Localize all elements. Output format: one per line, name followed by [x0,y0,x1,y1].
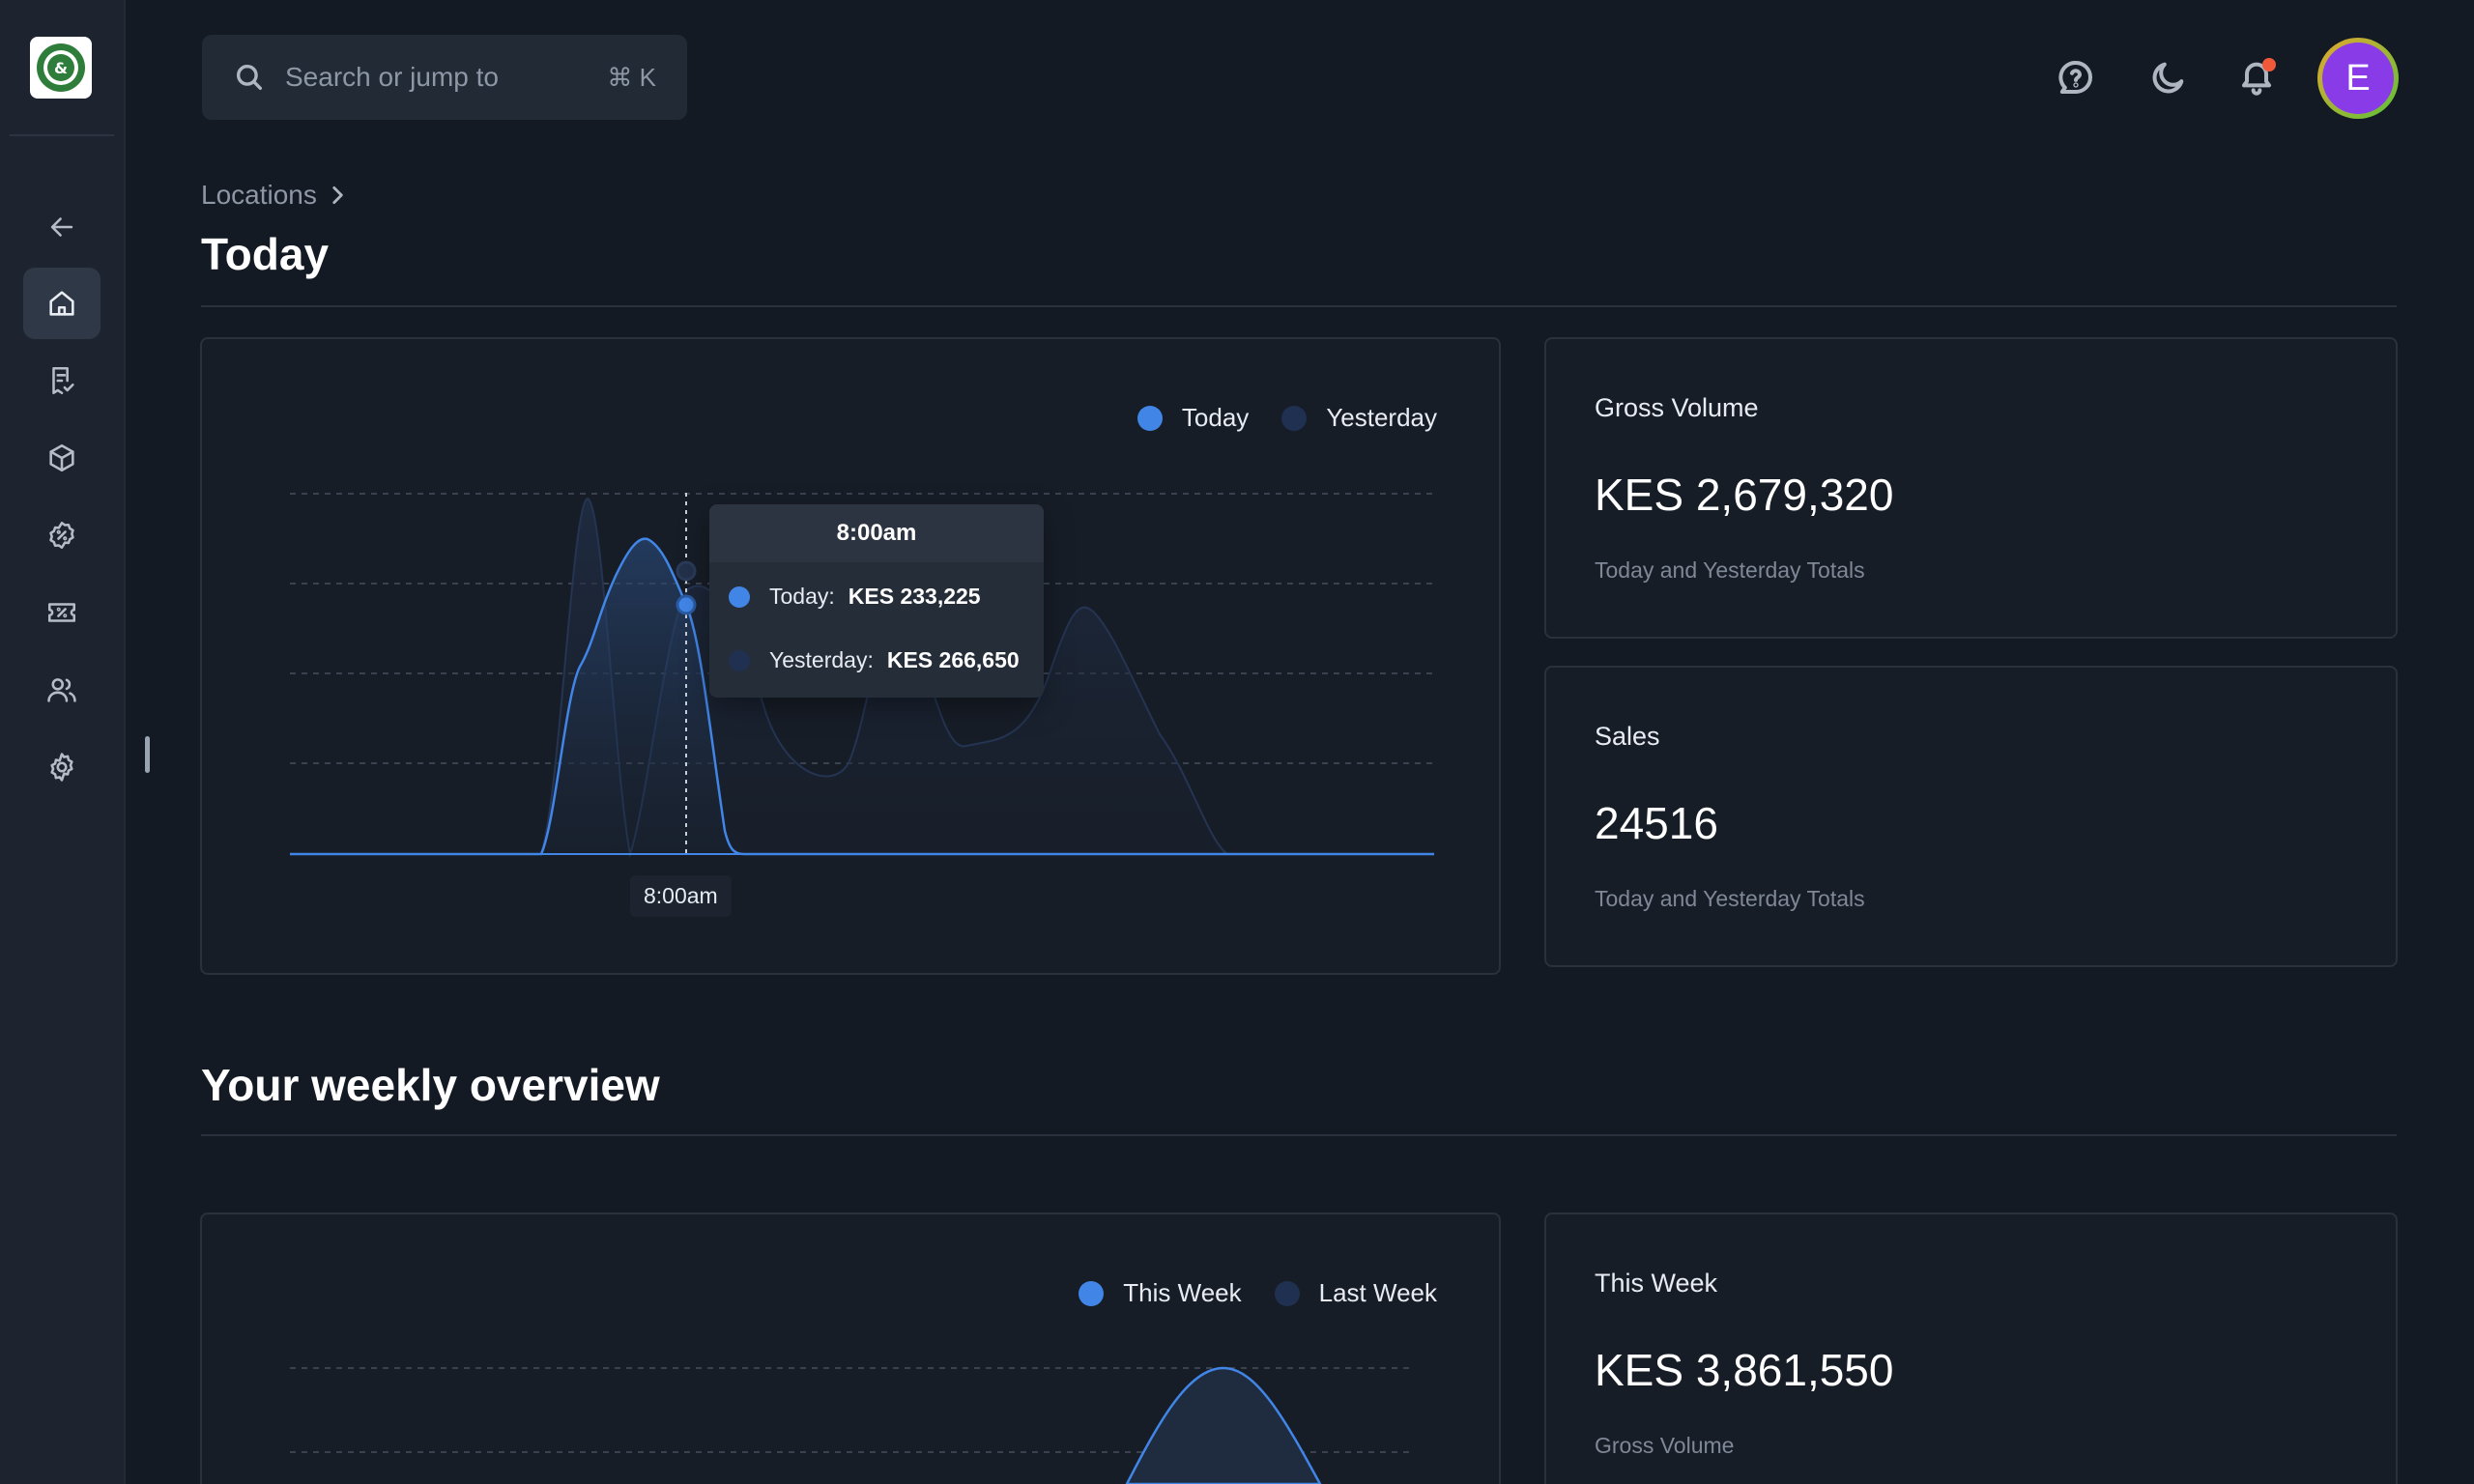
sales-label: Sales [1595,722,1660,751]
box-icon [49,443,74,472]
theme-toggle-button[interactable] [2142,50,2196,104]
sidebar-item-settings[interactable] [23,731,101,803]
gross-volume-subtitle: Today and Yesterday Totals [1595,557,1865,583]
help-icon [2058,61,2092,94]
sidebar-divider [10,134,114,136]
legend-dot-today [1136,405,1163,431]
weekly-chart-legend: This Week Last Week [1046,1278,1437,1308]
sidebar-item-discounts[interactable] [23,499,101,571]
this-week-label: This Week [1595,1269,1718,1298]
legend-label-last-week: Last Week [1318,1278,1437,1307]
breadcrumb: Locations [201,180,350,211]
chevron-right-icon [332,186,343,204]
notifications-button[interactable] [2229,50,2284,104]
notification-badge [2262,58,2276,71]
chart-legend: Today Yesterday [1105,403,1437,433]
legend-dot-yesterday [1281,405,1308,431]
x-axis-hover-label: 8:00am [630,875,732,917]
search-input[interactable]: Search or jump to [285,62,607,93]
weekly-divider [201,1134,2397,1136]
search-shortcut: ⌘ K [607,62,656,92]
gross-volume-card: Gross Volume KES 2,679,320 Today and Yes… [1544,337,2398,639]
tooltip-dot-yesterday [729,649,750,671]
legend-item-today[interactable]: Today [1136,403,1250,433]
sidebar-item-home[interactable] [23,268,101,339]
ticket-icon [47,603,76,622]
sidebar-item-coupons[interactable] [23,577,101,648]
page-title: Today [201,229,330,279]
chart-tooltip: 8:00am Today: KES 233,225 Yesterday: KES… [709,504,1044,698]
this-week-card: This Week KES 3,861,550 Gross Volume [1544,1213,2398,1484]
sidebar-item-products[interactable] [23,422,101,494]
moon-icon [2152,62,2184,94]
tooltip-row-today: Today: KES 233,225 [729,584,981,610]
sidebar-item-orders[interactable] [23,345,101,416]
arrow-left-icon [50,217,73,237]
receipt-icon [52,366,74,395]
legend-label-yesterday: Yesterday [1326,403,1437,432]
legend-dot-last-week [1274,1280,1300,1306]
users-icon [47,678,76,702]
title-divider [201,305,2397,307]
gross-volume-value: KES 2,679,320 [1595,470,1894,520]
tooltip-dot-today [729,585,750,608]
breadcrumb-item-locations[interactable]: Locations [201,180,317,211]
sales-card: Sales 24516 Today and Yesterday Totals [1544,666,2398,967]
this-week-value: KES 3,861,550 [1595,1345,1894,1395]
this-week-subtitle: Gross Volume [1595,1433,1735,1458]
tooltip-label-yesterday: Yesterday: [769,647,874,672]
sidebar-resize-handle[interactable] [145,736,150,773]
legend-dot-this-week [1079,1280,1105,1306]
gear-icon [50,753,73,782]
fresh-and-easy-logo-icon: & [37,43,85,92]
avatar-initial: E [2322,43,2394,114]
user-avatar[interactable]: E [2317,38,2399,119]
sidebar: & [0,0,126,1484]
gross-volume-label: Gross Volume [1595,393,1759,422]
tooltip-value-today: KES 233,225 [848,584,981,609]
svg-text:&: & [54,59,68,77]
search-icon [236,64,263,91]
weekly-chart-card: This Week Last Week [200,1213,1501,1484]
tooltip-value-yesterday: KES 266,650 [886,647,1020,672]
sales-subtitle: Today and Yesterday Totals [1595,886,1865,911]
legend-item-yesterday[interactable]: Yesterday [1281,403,1437,433]
sidebar-item-customers[interactable] [23,654,101,726]
legend-label-today: Today [1181,403,1250,432]
legend-item-last-week[interactable]: Last Week [1274,1278,1437,1308]
brand-logo[interactable]: & [30,37,92,99]
legend-item-this-week[interactable]: This Week [1079,1278,1242,1308]
discount-icon [49,521,74,550]
weekly-overview-title: Your weekly overview [201,1060,660,1110]
legend-label-this-week: This Week [1123,1278,1242,1307]
search-bar[interactable]: Search or jump to ⌘ K [202,35,687,120]
tooltip-label-today: Today: [769,584,835,609]
sales-value: 24516 [1595,798,1718,848]
tooltip-time: 8:00am [709,504,1044,562]
help-button[interactable] [2049,50,2103,104]
sidebar-collapse-button[interactable] [23,191,101,263]
home-icon [49,291,74,316]
tooltip-row-yesterday: Yesterday: KES 266,650 [729,647,1020,673]
